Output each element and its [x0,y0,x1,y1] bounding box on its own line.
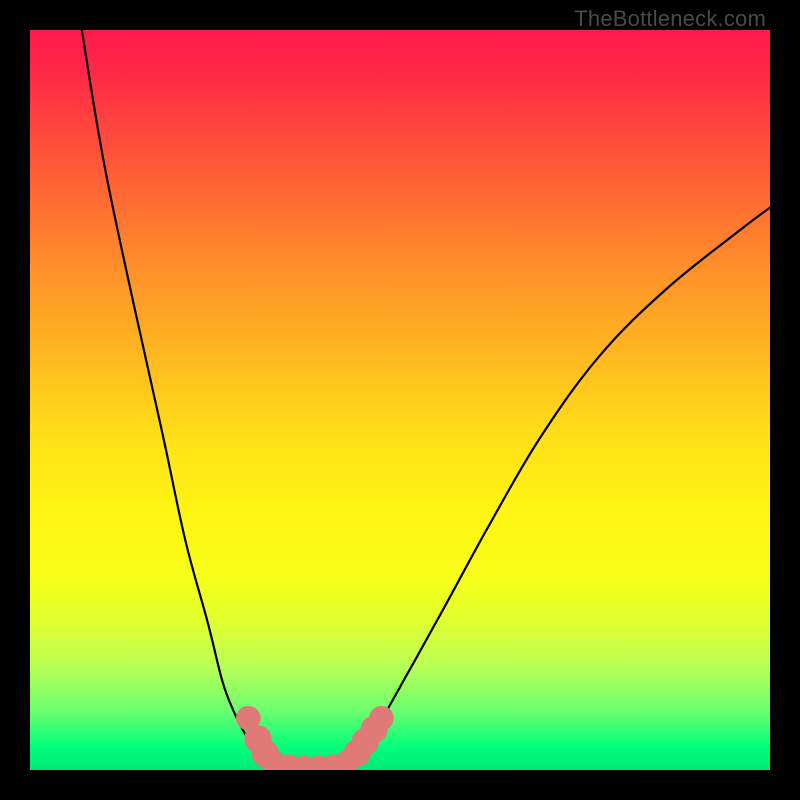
bottleneck-curve [82,30,770,769]
watermark-text: TheBottleneck.com [574,6,766,32]
curve-marker [369,706,394,731]
plot-area [30,30,770,770]
outer-frame: TheBottleneck.com [0,0,800,800]
curve-svg [30,30,770,770]
curve-markers [236,706,394,770]
